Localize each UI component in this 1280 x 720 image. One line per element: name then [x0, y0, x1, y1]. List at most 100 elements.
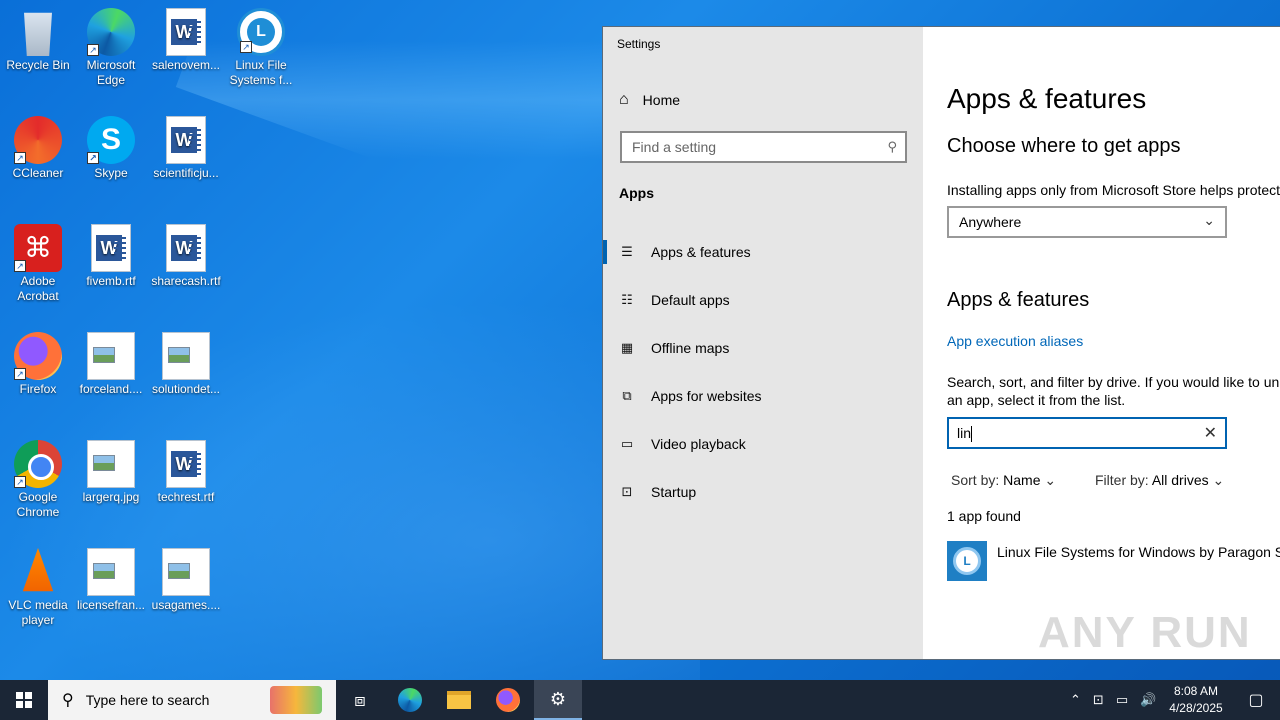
nav-item-apps-for-websites[interactable]: ⧉ Apps for websites: [603, 376, 923, 416]
desktop-icon-techrest[interactable]: W techrest.rtf: [148, 440, 224, 505]
app-search-input[interactable]: lin ✕: [947, 417, 1227, 449]
start-button[interactable]: [0, 680, 48, 720]
clear-icon[interactable]: ✕: [1204, 423, 1217, 443]
nav-home[interactable]: ⌂ Home: [619, 91, 680, 109]
nav-item-startup[interactable]: ⊡ Startup: [603, 472, 923, 512]
choose-apps-heading: Choose where to get apps: [947, 135, 1181, 157]
text-caret: [971, 426, 973, 443]
watermark: ANY RUN: [1038, 608, 1252, 657]
app-source-dropdown[interactable]: Anywhere ⌄: [947, 206, 1227, 238]
chevron-up-icon[interactable]: ⌃: [1070, 692, 1081, 708]
desktop-icon-acrobat[interactable]: ⌘ ↗ Adobe Acrobat: [0, 224, 76, 304]
network-icon[interactable]: ▭: [1116, 692, 1128, 708]
desktop-icon-label: fivemb.rtf: [86, 274, 136, 288]
settings-content-pane: Apps & features Choose where to get apps…: [923, 27, 1280, 659]
search-placeholder: Find a setting: [632, 139, 717, 155]
settings-window: Settings ⌂ Home Find a setting ⚲ Apps ☰ …: [602, 26, 1280, 660]
image-file-icon: [162, 332, 210, 380]
task-view-button[interactable]: ⧈: [336, 680, 384, 720]
section-title: Apps: [619, 185, 654, 201]
firefox-icon: [496, 688, 520, 712]
desktop-icon-salenovem[interactable]: W salenovem...: [148, 8, 224, 73]
desktop-icon-firefox[interactable]: ↗ Firefox: [0, 332, 76, 397]
desktop-icon-label: Firefox: [19, 382, 57, 396]
image-file-icon: [87, 440, 135, 488]
search-description-line2: an app, select it from the list.: [947, 392, 1126, 408]
desktop-icon-edge[interactable]: ↗ Microsoft Edge: [73, 8, 149, 88]
gear-icon: ⚙: [549, 688, 567, 709]
image-file-icon: [87, 332, 135, 380]
search-highlight-icon: [270, 686, 322, 714]
taskbar-firefox[interactable]: [484, 680, 532, 720]
taskbar-search-placeholder: Type here to search: [85, 692, 210, 708]
taskbar-file-explorer[interactable]: [435, 680, 483, 720]
startup-icon: ⊡: [621, 484, 633, 499]
desktop-icon-vlc[interactable]: VLC media player: [0, 548, 76, 628]
desktop-icon-skype[interactable]: S ↗ Skype: [73, 116, 149, 181]
desktop-icon-largerq[interactable]: largerq.jpg: [73, 440, 149, 505]
nav-item-apps-features[interactable]: ☰ Apps & features: [603, 232, 923, 272]
page-title: Apps & features: [947, 83, 1147, 114]
desktop-icon-usagames[interactable]: usagames....: [148, 548, 224, 613]
video-icon: ▭: [620, 436, 634, 451]
desktop-icon-chrome[interactable]: ↗ Google Chrome: [0, 440, 76, 520]
nav-item-offline-maps[interactable]: ▦ Offline maps: [603, 328, 923, 368]
desktop-icon-forceland[interactable]: forceland....: [73, 332, 149, 397]
sort-by-dropdown[interactable]: Sort by: Name ⌄: [951, 472, 1056, 489]
volume-icon[interactable]: 🔊: [1140, 692, 1156, 708]
shortcut-arrow-icon: ↗: [14, 260, 26, 272]
desktop-icon-licensefran[interactable]: licensefran...: [73, 548, 149, 613]
acrobat-icon: ⌘ ↗: [14, 224, 62, 272]
nav-item-label: Video playback: [651, 436, 746, 452]
dropdown-value: Anywhere: [959, 214, 1022, 230]
chevron-down-icon: ⌄: [1044, 472, 1057, 488]
desktop-icon-solutiondet[interactable]: solutiondet...: [148, 332, 224, 397]
desktop-icon-ccleaner[interactable]: ↗ CCleaner: [0, 116, 76, 181]
nav-item-label: Apps & features: [651, 244, 751, 260]
apps-features-heading: Apps & features: [947, 289, 1090, 311]
app-execution-aliases-link[interactable]: App execution aliases: [947, 333, 1083, 349]
taskbar: ⚲ Type here to search ⧈ ⚙ ⌃ ⊡ ▭ 🔊 8:08 A…: [0, 680, 1280, 720]
filter-by-dropdown[interactable]: Filter by: All drives ⌄: [1095, 472, 1224, 489]
word-document-icon: W: [166, 440, 206, 488]
system-tray: ⌃ ⊡ ▭ 🔊: [1070, 680, 1156, 720]
sort-value: Name: [1003, 472, 1041, 488]
choose-apps-description: Installing apps only from Microsoft Stor…: [947, 182, 1280, 198]
default-apps-icon: ☷: [621, 292, 633, 307]
desktop-icon-scientificju[interactable]: W scientificju...: [148, 116, 224, 181]
desktop-icon-recycle-bin[interactable]: Recycle Bin: [0, 8, 76, 73]
edge-icon: [398, 688, 422, 712]
desktop-icon-label: scientificju...: [153, 166, 219, 180]
filter-label: Filter by:: [1095, 472, 1149, 488]
edge-icon: ↗: [87, 8, 135, 56]
desktop-icon-linux-fs[interactable]: L ↗ Linux File Systems f...: [223, 8, 299, 88]
desktop-icon-label: CCleaner: [12, 166, 64, 180]
nav-item-video-playback[interactable]: ▭ Video playback: [603, 424, 923, 464]
desktop-icon-fivemb[interactable]: W fivemb.rtf: [73, 224, 149, 289]
taskbar-settings[interactable]: ⚙: [534, 680, 582, 720]
find-setting-input[interactable]: Find a setting ⚲: [620, 131, 907, 163]
skype-icon: S ↗: [87, 116, 135, 164]
shortcut-arrow-icon: ↗: [87, 44, 99, 56]
nav-item-default-apps[interactable]: ☷ Default apps: [603, 280, 923, 320]
image-file-icon: [87, 548, 135, 596]
desktop-icon-sharecash[interactable]: W sharecash.rtf: [148, 224, 224, 289]
word-document-icon: W: [166, 116, 206, 164]
desktop-icon-label: salenovem...: [151, 58, 221, 72]
vlc-cone-icon: [22, 548, 54, 592]
app-list-item[interactable]: L Linux File Systems for Windows by Para…: [947, 541, 1280, 583]
search-icon: ⚲: [62, 692, 74, 709]
taskbar-edge[interactable]: [386, 680, 434, 720]
folder-icon: [447, 691, 471, 709]
desktop-icon-label: techrest.rtf: [157, 490, 215, 504]
notification-center-button[interactable]: ▢: [1232, 680, 1280, 720]
taskbar-search-box[interactable]: ⚲ Type here to search: [48, 680, 336, 720]
app-name: Linux File Systems for Windows by Parago…: [997, 544, 1280, 560]
chevron-down-icon: ⌄: [1203, 212, 1215, 228]
device-icon[interactable]: ⊡: [1093, 692, 1104, 708]
desktop-icon-label: forceland....: [79, 382, 143, 396]
sort-label: Sort by:: [951, 472, 1000, 488]
shortcut-arrow-icon: ↗: [14, 476, 26, 488]
taskbar-clock[interactable]: 8:08 AM 4/28/2025: [1164, 683, 1228, 717]
home-icon: ⌂: [619, 91, 629, 108]
